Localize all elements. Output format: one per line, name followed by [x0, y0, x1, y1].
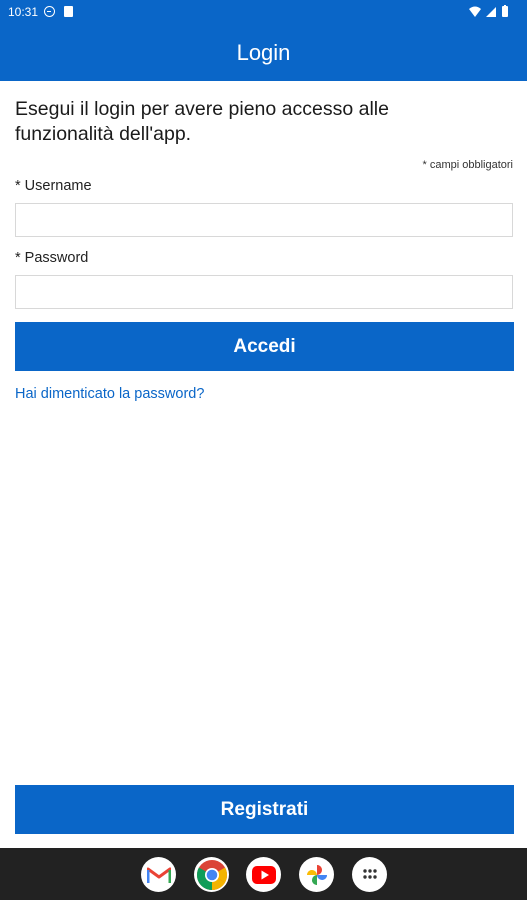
- status-right-icons: [469, 5, 508, 17]
- navigation-dock: [0, 848, 527, 900]
- chrome-icon[interactable]: [194, 857, 229, 892]
- login-button[interactable]: Accedi: [15, 322, 514, 371]
- app-drawer-icon[interactable]: [352, 857, 387, 892]
- status-time: 10:31: [8, 5, 39, 19]
- data-saver-icon: [44, 6, 55, 17]
- username-input[interactable]: [15, 203, 513, 237]
- username-label: * Username: [15, 178, 92, 194]
- sim-card-icon: [64, 6, 73, 17]
- status-bar: 10:31: [0, 0, 527, 24]
- forgot-password-link[interactable]: Hai dimenticato la password?: [15, 386, 204, 402]
- battery-icon: [502, 5, 508, 17]
- wifi-icon: [469, 6, 481, 17]
- youtube-icon[interactable]: [246, 857, 281, 892]
- app-bar: Login: [0, 24, 527, 81]
- register-button[interactable]: Registrati: [15, 785, 514, 834]
- login-intro-text: Esegui il login per avere pieno accesso …: [15, 98, 389, 145]
- required-fields-note: * campi obbligatori: [422, 159, 514, 171]
- photos-icon[interactable]: [299, 857, 334, 892]
- login-screen: 10:31 Login Esegui il login per avere pi…: [0, 0, 527, 900]
- gmail-icon[interactable]: [141, 857, 176, 892]
- password-label: * Password: [15, 250, 89, 266]
- page-title: Login: [236, 40, 291, 65]
- password-input[interactable]: [15, 275, 513, 309]
- cellular-signal-icon: [486, 7, 496, 17]
